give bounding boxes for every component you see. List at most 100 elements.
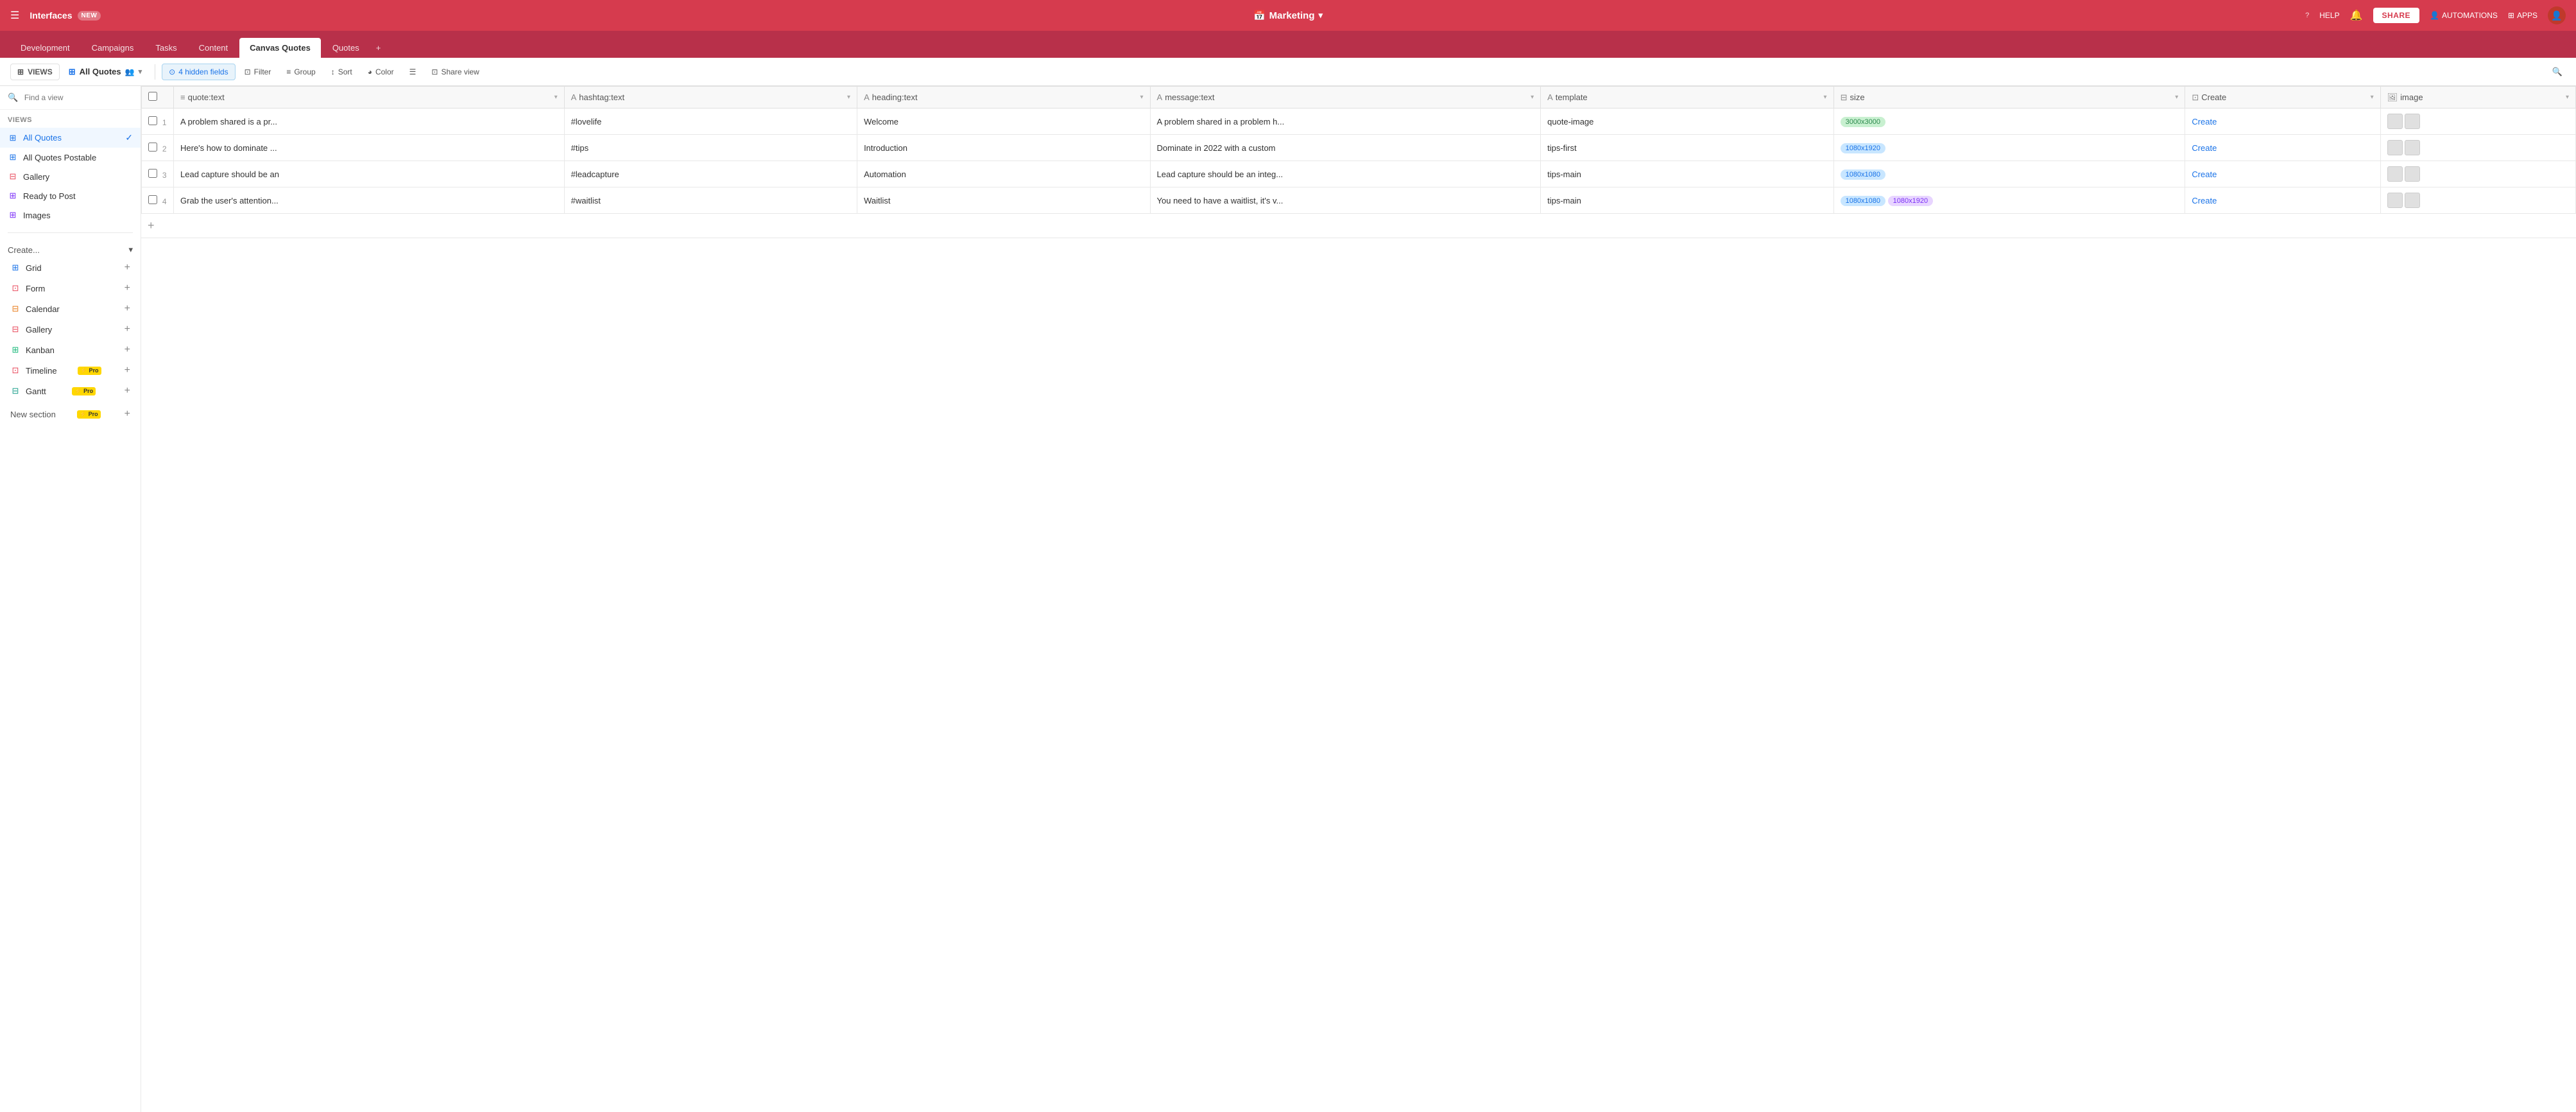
cell-hashtag-2[interactable]: #tips — [564, 135, 857, 161]
col-header-size[interactable]: ⊟ size ▾ — [1833, 87, 2185, 109]
col-header-template[interactable]: A template ▾ — [1541, 87, 1833, 109]
create-item-grid[interactable]: ⊞ Grid + — [8, 257, 133, 278]
cell-quote-1[interactable]: A problem shared is a pr... — [174, 109, 565, 135]
cell-hashtag-4[interactable]: #waitlist — [564, 187, 857, 214]
cell-image-3[interactable] — [2380, 161, 2575, 187]
cell-hashtag-1[interactable]: #lovelife — [564, 109, 857, 135]
col-message-dropdown[interactable]: ▾ — [1531, 94, 1534, 101]
cell-heading-2[interactable]: Introduction — [857, 135, 1150, 161]
automations-button[interactable]: 👤 AUTOMATIONS — [2430, 11, 2498, 20]
tab-campaigns[interactable]: Campaigns — [82, 38, 144, 58]
create-item-form[interactable]: ⊡ Form + — [8, 278, 133, 299]
views-button[interactable]: ⊞ VIEWS — [10, 64, 60, 80]
select-all-checkbox[interactable] — [148, 92, 157, 101]
create-item-gantt[interactable]: ⊟ Gantt ⚡ Pro + — [8, 381, 133, 401]
col-header-image[interactable]: 🖼 image ▾ — [2380, 87, 2575, 109]
cell-image-1[interactable] — [2380, 109, 2575, 135]
cell-heading-3[interactable]: Automation — [857, 161, 1150, 187]
cell-image-2[interactable] — [2380, 135, 2575, 161]
share-view-button[interactable]: ⊡ Share view — [425, 64, 485, 80]
row-checkbox-1[interactable] — [148, 116, 157, 125]
tab-quotes[interactable]: Quotes — [322, 38, 370, 58]
cell-message-1[interactable]: A problem shared in a problem h... — [1150, 109, 1541, 135]
cell-message-4[interactable]: You need to have a waitlist, it's v... — [1150, 187, 1541, 214]
create-timeline-add[interactable]: + — [125, 365, 130, 376]
sidebar-search-input[interactable] — [24, 93, 127, 102]
col-header-hashtag[interactable]: A hashtag:text ▾ — [564, 87, 857, 109]
tab-add-button[interactable]: + — [371, 38, 386, 58]
title-dropdown-icon[interactable]: ▾ — [1319, 10, 1323, 21]
apps-button[interactable]: ⊞ APPS — [2508, 11, 2537, 20]
cell-quote-3[interactable]: Lead capture should be an — [174, 161, 565, 187]
cell-create-2[interactable]: Create — [2185, 135, 2380, 161]
hamburger-menu[interactable]: ☰ — [10, 9, 19, 22]
create-form-add[interactable]: + — [125, 282, 130, 294]
group-button[interactable]: ≡ Group — [280, 64, 322, 80]
row-checkbox-4[interactable] — [148, 195, 157, 204]
tab-content[interactable]: Content — [189, 38, 239, 58]
cell-quote-2[interactable]: Here's how to dominate ... — [174, 135, 565, 161]
row-checkbox-3[interactable] — [148, 169, 157, 178]
col-size-dropdown[interactable]: ▾ — [2175, 94, 2178, 101]
create-link-1[interactable]: Create — [2192, 117, 2217, 126]
density-button[interactable]: ☰ — [403, 64, 423, 80]
sort-button[interactable]: ↕ Sort — [325, 64, 359, 80]
sidebar-item-gallery[interactable]: ⊟ Gallery — [0, 167, 141, 186]
sidebar-item-all-quotes[interactable]: ⊞ All Quotes ✓ — [0, 128, 141, 148]
add-row-button[interactable]: + — [141, 214, 2576, 238]
hidden-fields-button[interactable]: ⊙ 4 hidden fields — [162, 64, 235, 80]
tab-canvas-quotes[interactable]: Canvas Quotes — [239, 38, 321, 58]
cell-hashtag-3[interactable]: #leadcapture — [564, 161, 857, 187]
cell-image-4[interactable] — [2380, 187, 2575, 214]
col-header-quote[interactable]: ≡ quote:text ▾ — [174, 87, 565, 109]
col-header-message[interactable]: A message:text ▾ — [1150, 87, 1541, 109]
cell-template-3[interactable]: tips-main — [1541, 161, 1833, 187]
all-quotes-button[interactable]: ⊞ All Quotes 👥 ▾ — [62, 64, 148, 80]
all-quotes-dropdown[interactable]: ▾ — [139, 67, 142, 76]
col-hashtag-dropdown[interactable]: ▾ — [847, 94, 850, 101]
cell-template-4[interactable]: tips-main — [1541, 187, 1833, 214]
create-link-2[interactable]: Create — [2192, 143, 2217, 153]
color-button[interactable]: ◕ Color — [361, 64, 400, 80]
tab-tasks[interactable]: Tasks — [145, 38, 187, 58]
col-create-dropdown[interactable]: ▾ — [2371, 94, 2374, 101]
sidebar-item-ready-to-post[interactable]: ⊞ Ready to Post — [0, 186, 141, 205]
create-grid-add[interactable]: + — [125, 262, 130, 274]
create-item-kanban[interactable]: ⊞ Kanban + — [8, 340, 133, 360]
cell-heading-1[interactable]: Welcome — [857, 109, 1150, 135]
create-header[interactable]: Create... ▾ — [8, 242, 133, 257]
create-link-4[interactable]: Create — [2192, 196, 2217, 205]
new-section-item[interactable]: New section ⚡ Pro + — [8, 404, 133, 424]
cell-create-1[interactable]: Create — [2185, 109, 2380, 135]
cell-message-2[interactable]: Dominate in 2022 with a custom — [1150, 135, 1541, 161]
cell-message-3[interactable]: Lead capture should be an integ... — [1150, 161, 1541, 187]
cell-heading-4[interactable]: Waitlist — [857, 187, 1150, 214]
sidebar-item-images[interactable]: ⊞ Images — [0, 205, 141, 225]
create-item-timeline[interactable]: ⊡ Timeline ⚡ Pro + — [8, 360, 133, 381]
create-item-gallery[interactable]: ⊟ Gallery + — [8, 319, 133, 340]
cell-create-4[interactable]: Create — [2185, 187, 2380, 214]
notification-icon[interactable]: 🔔 — [2350, 9, 2363, 22]
cell-size-3[interactable]: 1080x1080 — [1833, 161, 2185, 187]
sidebar-item-all-quotes-postable[interactable]: ⊞ All Quotes Postable — [0, 148, 141, 167]
col-template-dropdown[interactable]: ▾ — [1824, 94, 1827, 101]
cell-size-1[interactable]: 3000x3000 — [1833, 109, 2185, 135]
col-header-heading[interactable]: A heading:text ▾ — [857, 87, 1150, 109]
create-item-calendar[interactable]: ⊟ Calendar + — [8, 299, 133, 319]
create-link-3[interactable]: Create — [2192, 169, 2217, 179]
create-calendar-add[interactable]: + — [125, 303, 130, 315]
create-kanban-add[interactable]: + — [125, 344, 130, 356]
cell-quote-4[interactable]: Grab the user's attention... — [174, 187, 565, 214]
share-button[interactable]: SHARE — [2373, 8, 2420, 23]
cell-size-2[interactable]: 1080x1920 — [1833, 135, 2185, 161]
col-header-create[interactable]: ⊡ Create ▾ — [2185, 87, 2380, 109]
col-image-dropdown[interactable]: ▾ — [2566, 94, 2569, 101]
cell-template-2[interactable]: tips-first — [1541, 135, 1833, 161]
filter-button[interactable]: ⊡ Filter — [238, 64, 278, 80]
create-gallery-add[interactable]: + — [125, 324, 130, 335]
search-button[interactable]: 🔍 — [2549, 64, 2566, 80]
cell-size-4[interactable]: 1080x1080 1080x1920 — [1833, 187, 2185, 214]
cell-create-3[interactable]: Create — [2185, 161, 2380, 187]
col-heading-dropdown[interactable]: ▾ — [1140, 94, 1143, 101]
cell-template-1[interactable]: quote-image — [1541, 109, 1833, 135]
